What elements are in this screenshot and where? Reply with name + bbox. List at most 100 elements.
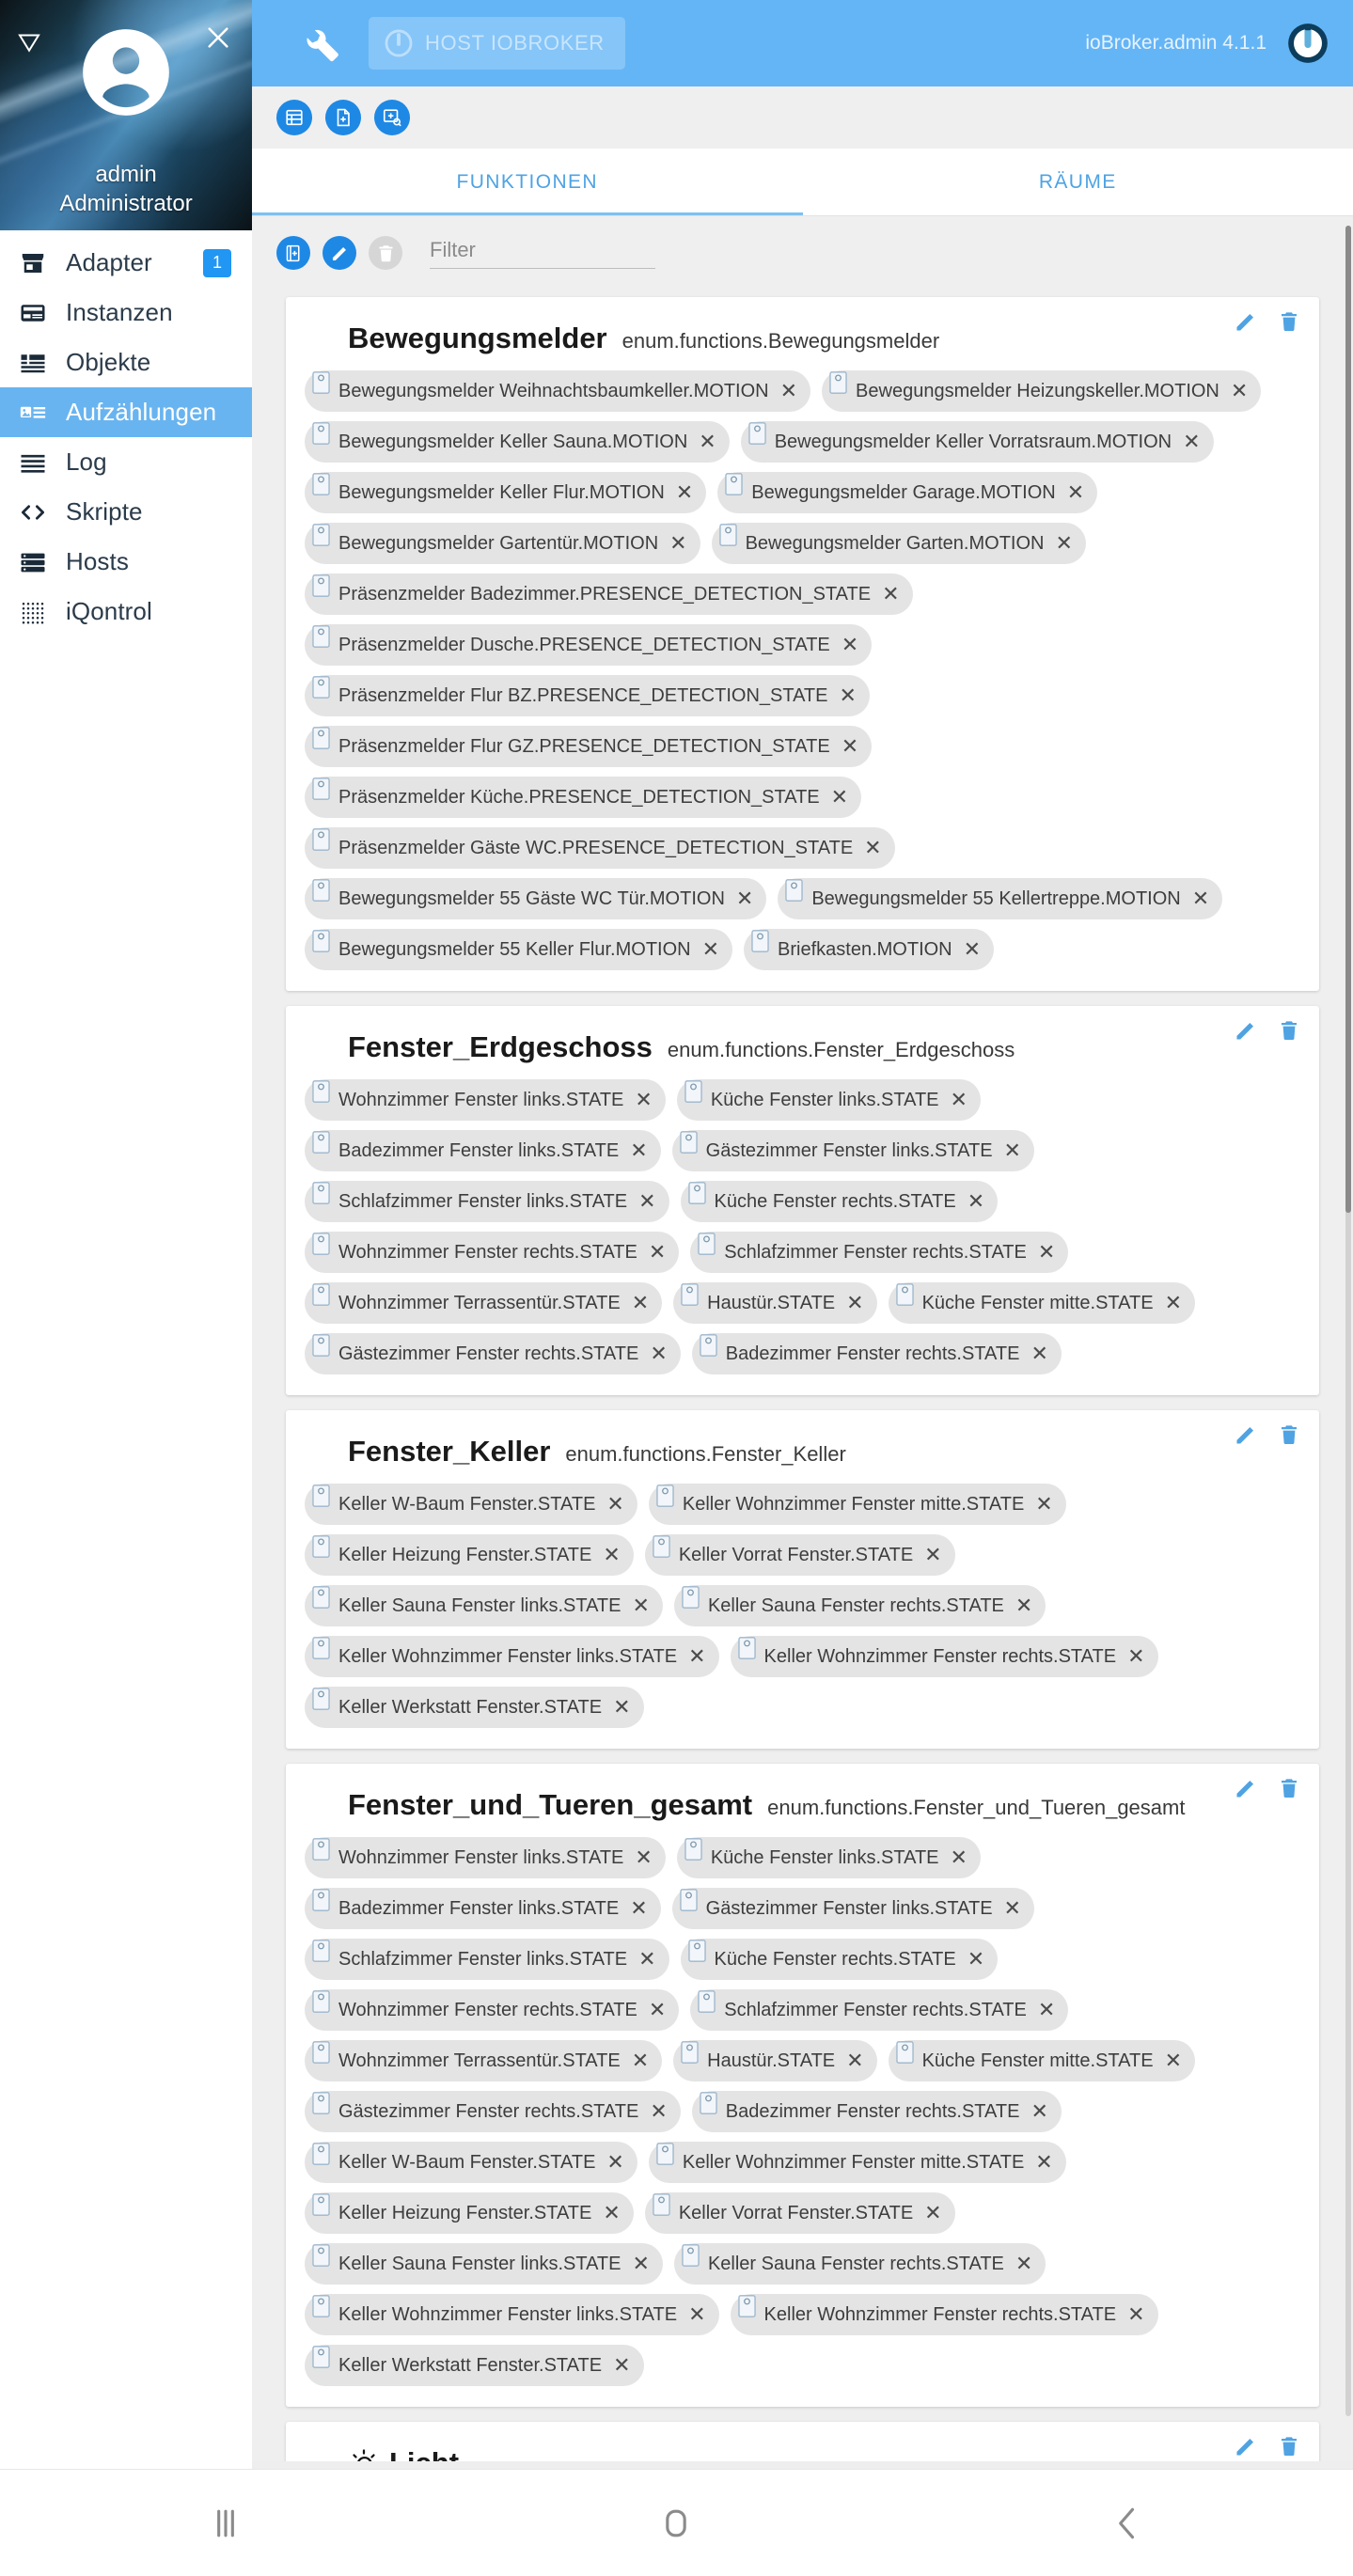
- member-chip[interactable]: Bewegungsmelder Heizungskeller.MOTION ✕: [822, 370, 1262, 412]
- host-selector-button[interactable]: HOST IOBROKER: [369, 17, 625, 70]
- member-chip[interactable]: Keller Sauna Fenster links.STATE ✕: [305, 2243, 663, 2285]
- member-chip[interactable]: Keller Wohnzimmer Fenster mitte.STATE ✕: [648, 2142, 1066, 2183]
- tab-funktionen[interactable]: FUNKTIONEN: [252, 149, 803, 215]
- remove-member-icon[interactable]: ✕: [633, 1595, 650, 1616]
- member-chip[interactable]: Keller Sauna Fenster rechts.STATE ✕: [673, 2243, 1046, 2285]
- remove-member-icon[interactable]: ✕: [650, 1343, 667, 1364]
- remove-member-icon[interactable]: ✕: [606, 2152, 623, 2173]
- member-chip[interactable]: Präsenzmelder Flur GZ.PRESENCE_DETECTION…: [305, 726, 873, 767]
- remove-member-icon[interactable]: ✕: [1004, 1140, 1021, 1161]
- remove-member-icon[interactable]: ✕: [968, 1191, 984, 1212]
- member-chip[interactable]: Küche Fenster rechts.STATE ✕: [680, 1939, 999, 1980]
- member-chip[interactable]: Badezimmer Fenster rechts.STATE ✕: [691, 1333, 1062, 1374]
- remove-member-icon[interactable]: ✕: [846, 1293, 863, 1313]
- remove-member-icon[interactable]: ✕: [649, 2000, 666, 2020]
- member-chip[interactable]: Bewegungsmelder Gartentür.MOTION ✕: [305, 523, 700, 564]
- pencil-icon[interactable]: [323, 236, 356, 270]
- remove-member-icon[interactable]: ✕: [1127, 2304, 1144, 2325]
- member-chip[interactable]: Wohnzimmer Terrassentür.STATE ✕: [305, 1282, 663, 1324]
- remove-member-icon[interactable]: ✕: [951, 1090, 968, 1110]
- remove-member-icon[interactable]: ✕: [606, 1494, 623, 1515]
- member-chip[interactable]: Schlafzimmer Fenster rechts.STATE ✕: [690, 1989, 1069, 2031]
- remove-member-icon[interactable]: ✕: [1030, 1343, 1047, 1364]
- remove-member-icon[interactable]: ✕: [676, 482, 693, 503]
- remove-member-icon[interactable]: ✕: [842, 736, 858, 757]
- iobroker-logo-icon[interactable]: [1283, 19, 1332, 68]
- window-add-icon[interactable]: [374, 100, 410, 135]
- remove-member-icon[interactable]: ✕: [603, 2203, 620, 2223]
- member-chip[interactable]: Keller Wohnzimmer Fenster links.STATE ✕: [305, 2294, 719, 2335]
- member-chip[interactable]: Bewegungsmelder Keller Flur.MOTION ✕: [305, 472, 707, 513]
- member-chip[interactable]: Küche Fenster mitte.STATE ✕: [888, 1282, 1196, 1324]
- member-chip[interactable]: Bewegungsmelder Keller Vorratsraum.MOTIO…: [740, 421, 1214, 463]
- remove-member-icon[interactable]: ✕: [649, 1242, 666, 1263]
- remove-member-icon[interactable]: ✕: [842, 635, 858, 655]
- remove-member-icon[interactable]: ✕: [1015, 1595, 1032, 1616]
- remove-member-icon[interactable]: ✕: [1004, 1898, 1021, 1919]
- remove-member-icon[interactable]: ✕: [635, 1090, 652, 1110]
- sidebar-item-aufzaehlungen[interactable]: Aufzählungen: [0, 387, 252, 437]
- remove-member-icon[interactable]: ✕: [638, 1191, 655, 1212]
- member-chip[interactable]: Bewegungsmelder Garage.MOTION ✕: [717, 472, 1098, 513]
- member-chip[interactable]: Haustür.STATE ✕: [673, 2040, 877, 2081]
- remove-member-icon[interactable]: ✕: [1035, 2152, 1052, 2173]
- member-chip[interactable]: Präsenzmelder Badezimmer.PRESENCE_DETECT…: [305, 573, 913, 615]
- member-chip[interactable]: Keller Vorrat Fenster.STATE ✕: [644, 1534, 955, 1576]
- member-chip[interactable]: Präsenzmelder Gäste WC.PRESENCE_DETECTIO…: [305, 827, 895, 869]
- remove-member-icon[interactable]: ✕: [603, 1545, 620, 1565]
- add-group-icon[interactable]: [276, 236, 310, 270]
- trash-icon[interactable]: [1276, 1017, 1302, 1044]
- member-chip[interactable]: Schlafzimmer Fenster rechts.STATE ✕: [690, 1232, 1069, 1273]
- remove-member-icon[interactable]: ✕: [1038, 1242, 1055, 1263]
- pencil-icon[interactable]: [1233, 1017, 1259, 1044]
- remove-member-icon[interactable]: ✕: [1015, 2254, 1032, 2274]
- sidebar-item-skripte[interactable]: Skripte: [0, 487, 252, 537]
- remove-member-icon[interactable]: ✕: [613, 1697, 630, 1718]
- member-chip[interactable]: Gästezimmer Fenster rechts.STATE ✕: [305, 1333, 681, 1374]
- member-chip[interactable]: Präsenzmelder Flur BZ.PRESENCE_DETECTION…: [305, 675, 870, 716]
- remove-member-icon[interactable]: ✕: [1165, 1293, 1182, 1313]
- member-chip[interactable]: Keller Werkstatt Fenster.STATE ✕: [305, 2345, 644, 2386]
- remove-member-icon[interactable]: ✕: [780, 381, 797, 401]
- remove-member-icon[interactable]: ✕: [1035, 1494, 1052, 1515]
- remove-member-icon[interactable]: ✕: [632, 1293, 649, 1313]
- member-chip[interactable]: Wohnzimmer Fenster links.STATE ✕: [305, 1079, 666, 1121]
- member-chip[interactable]: Keller Wohnzimmer Fenster mitte.STATE ✕: [648, 1484, 1066, 1525]
- remove-member-icon[interactable]: ✕: [831, 787, 848, 808]
- member-chip[interactable]: Keller W-Baum Fenster.STATE ✕: [305, 1484, 637, 1525]
- remove-member-icon[interactable]: ✕: [633, 2254, 650, 2274]
- member-chip[interactable]: Bewegungsmelder 55 Gäste WC Tür.MOTION ✕: [305, 878, 767, 919]
- pencil-icon[interactable]: [1233, 1422, 1259, 1448]
- remove-member-icon[interactable]: ✕: [699, 432, 716, 452]
- remove-member-icon[interactable]: ✕: [630, 1898, 647, 1919]
- remove-member-icon[interactable]: ✕: [613, 2355, 630, 2376]
- member-chip[interactable]: Badezimmer Fenster links.STATE ✕: [305, 1888, 661, 1929]
- scrollbar-thumb[interactable]: [1345, 226, 1351, 1213]
- member-chip[interactable]: Haustür.STATE ✕: [673, 1282, 877, 1324]
- member-chip[interactable]: Gästezimmer Fenster links.STATE ✕: [671, 1130, 1034, 1171]
- remove-member-icon[interactable]: ✕: [688, 2304, 705, 2325]
- member-chip[interactable]: Keller Sauna Fenster rechts.STATE ✕: [673, 1585, 1046, 1626]
- remove-member-icon[interactable]: ✕: [688, 1646, 705, 1667]
- member-chip[interactable]: Schlafzimmer Fenster links.STATE ✕: [305, 1181, 669, 1222]
- tab-raeume[interactable]: RÄUME: [803, 149, 1353, 215]
- scrollbar[interactable]: [1345, 226, 1351, 2416]
- member-chip[interactable]: Keller Wohnzimmer Fenster rechts.STATE ✕: [730, 1636, 1158, 1677]
- member-chip[interactable]: Gästezimmer Fenster rechts.STATE ✕: [305, 2091, 681, 2132]
- trash-icon[interactable]: [1276, 2433, 1302, 2459]
- remove-member-icon[interactable]: ✕: [846, 2050, 863, 2071]
- wrench-icon[interactable]: [303, 24, 342, 63]
- remove-member-icon[interactable]: ✕: [968, 1949, 984, 1970]
- remove-member-icon[interactable]: ✕: [1038, 2000, 1055, 2020]
- sidebar-item-adapter[interactable]: Adapter 1: [0, 238, 252, 288]
- member-chip[interactable]: Keller Heizung Fenster.STATE ✕: [305, 2192, 634, 2234]
- member-chip[interactable]: Küche Fenster links.STATE ✕: [676, 1079, 981, 1121]
- remove-member-icon[interactable]: ✕: [632, 2050, 649, 2071]
- file-add-icon[interactable]: [325, 100, 361, 135]
- remove-member-icon[interactable]: ✕: [1231, 381, 1248, 401]
- pencil-icon[interactable]: [1233, 308, 1259, 335]
- member-chip[interactable]: Keller Wohnzimmer Fenster rechts.STATE ✕: [730, 2294, 1158, 2335]
- recent-apps-icon[interactable]: [169, 2495, 282, 2552]
- member-chip[interactable]: Briefkasten.MOTION ✕: [744, 929, 995, 970]
- member-chip[interactable]: Badezimmer Fenster rechts.STATE ✕: [691, 2091, 1062, 2132]
